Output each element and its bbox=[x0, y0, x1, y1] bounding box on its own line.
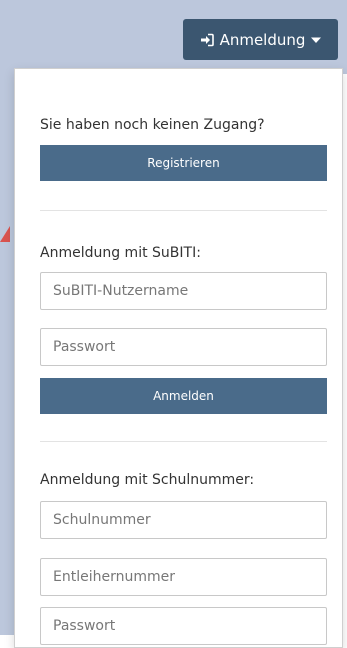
top-navigation-bar: Anmeldung bbox=[0, 0, 347, 74]
school-password-input[interactable] bbox=[40, 607, 327, 645]
section-divider bbox=[40, 210, 327, 211]
caret-down-icon bbox=[311, 35, 322, 45]
subiti-section-title: Anmeldung mit SuBITI: bbox=[40, 245, 201, 261]
background-strip bbox=[0, 74, 14, 635]
login-dropdown-panel: Sie haben noch keinen Zugang? Registrier… bbox=[14, 68, 343, 648]
borrower-number-input[interactable] bbox=[40, 558, 327, 596]
subiti-password-input[interactable] bbox=[40, 328, 327, 366]
pointer-arrow-icon bbox=[0, 226, 10, 242]
login-dropdown-toggle[interactable]: Anmeldung bbox=[183, 19, 338, 60]
sign-in-icon bbox=[200, 33, 214, 47]
subiti-username-input[interactable] bbox=[40, 272, 327, 310]
register-section-title: Sie haben noch keinen Zugang? bbox=[40, 117, 265, 133]
subiti-login-button[interactable]: Anmelden bbox=[40, 378, 327, 414]
section-divider bbox=[40, 441, 327, 442]
school-section-title: Anmeldung mit Schulnummer: bbox=[40, 472, 255, 488]
login-dropdown-label: Anmeldung bbox=[219, 30, 306, 49]
register-button[interactable]: Registrieren bbox=[40, 145, 327, 181]
school-number-input[interactable] bbox=[40, 501, 327, 539]
